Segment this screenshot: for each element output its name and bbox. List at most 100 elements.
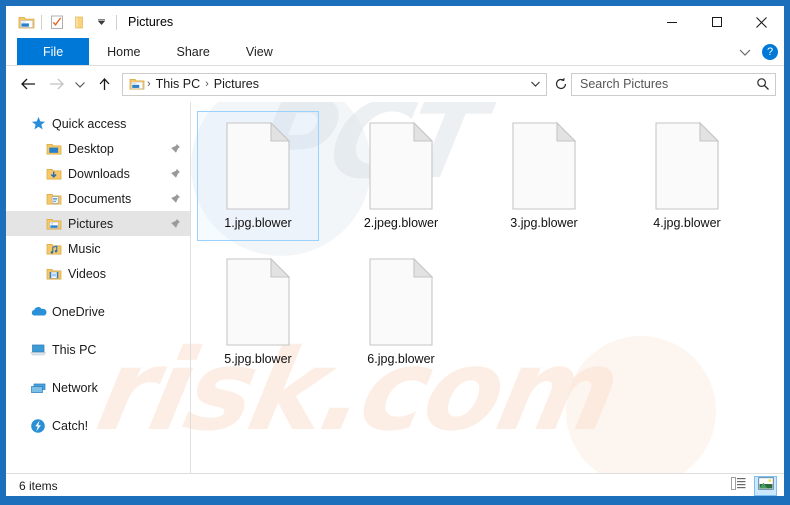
- sidebar-gap-1: [6, 286, 190, 299]
- file-label-2: 2.jpeg.blower: [363, 216, 439, 230]
- folder-music-icon: [44, 240, 64, 258]
- file-list-view[interactable]: 1.jpg.blower 2.jpeg.blower 3.jpg.blower …: [190, 102, 784, 473]
- back-button[interactable]: [14, 71, 42, 97]
- this-pc-icon: [28, 341, 48, 359]
- breadcrumb-item-this-pc[interactable]: This PC: [152, 77, 204, 91]
- pin-icon[interactable]: [168, 193, 182, 204]
- sidebar-label-downloads: Downloads: [68, 166, 130, 181]
- window-title: Pictures: [128, 15, 174, 29]
- file-label-3: 3.jpg.blower: [510, 216, 578, 230]
- view-buttons: [727, 476, 777, 496]
- network-icon: [28, 379, 48, 397]
- sidebar-label-desktop: Desktop: [68, 141, 114, 156]
- customize-chevron-icon[interactable]: [90, 11, 112, 33]
- sidebar-item-this-pc[interactable]: This PC: [6, 337, 190, 362]
- blank-document-icon: [221, 120, 295, 212]
- chevron-down-icon[interactable]: [736, 43, 754, 61]
- search-input[interactable]: Search Pictures: [580, 77, 756, 91]
- file-item-5[interactable]: 5.jpg.blower: [197, 247, 319, 377]
- new-folder-icon[interactable]: [68, 11, 90, 33]
- sidebar-label-this-pc: This PC: [52, 342, 97, 357]
- file-item-1[interactable]: 1.jpg.blower: [197, 111, 319, 241]
- sidebar-item-catch[interactable]: Catch!: [6, 413, 190, 438]
- breadcrumb-item-pictures[interactable]: Pictures: [210, 77, 263, 91]
- sidebar-label-music: Music: [68, 241, 101, 256]
- maximize-button[interactable]: [694, 6, 739, 38]
- folder-videos-icon: [44, 265, 64, 283]
- blank-document-icon: [364, 120, 438, 212]
- sidebar-item-videos[interactable]: Videos: [6, 261, 190, 286]
- blank-document-icon: [221, 256, 295, 348]
- minimize-button[interactable]: [649, 6, 694, 38]
- sidebar-item-onedrive[interactable]: OneDrive: [6, 299, 190, 324]
- file-label-6: 6.jpg.blower: [367, 352, 435, 366]
- sidebar-item-downloads[interactable]: Downloads: [6, 161, 190, 186]
- file-label-1: 1.jpg.blower: [224, 216, 292, 230]
- sidebar-label-network: Network: [52, 380, 98, 395]
- file-item-6[interactable]: 6.jpg.blower: [340, 247, 462, 377]
- window-frame: Pictures File Home Share View ? › This P…: [0, 0, 790, 505]
- forward-button[interactable]: [42, 71, 70, 97]
- title-bar: Pictures: [6, 6, 784, 38]
- sidebar-item-network[interactable]: Network: [6, 375, 190, 400]
- sidebar-gap-3: [6, 362, 190, 375]
- file-item-2[interactable]: 2.jpeg.blower: [340, 111, 462, 241]
- folder-downloads-icon: [44, 165, 64, 183]
- file-grid: 1.jpg.blower 2.jpeg.blower 3.jpg.blower …: [197, 108, 784, 380]
- ribbon-right-controls: ?: [736, 38, 778, 66]
- main-body: Quick access Desktop Downloads Documents…: [6, 102, 784, 473]
- address-bar: › This PC › Pictures Search Pictures: [6, 66, 784, 102]
- sidebar-group-quick-access[interactable]: Quick access: [6, 111, 190, 136]
- search-box[interactable]: Search Pictures: [571, 72, 776, 96]
- sidebar-gap-4: [6, 400, 190, 413]
- pin-icon[interactable]: [168, 218, 182, 229]
- sidebar-label-catch: Catch!: [52, 418, 89, 433]
- details-view-button[interactable]: [727, 476, 750, 496]
- quick-access-toolbar: Pictures: [6, 11, 173, 33]
- refresh-button[interactable]: [551, 71, 571, 97]
- navigation-pane: Quick access Desktop Downloads Documents…: [6, 102, 190, 473]
- toolbar-divider-2: [116, 14, 117, 30]
- pane-divider[interactable]: [190, 102, 191, 473]
- sidebar-label-onedrive: OneDrive: [52, 304, 105, 319]
- tab-share[interactable]: Share: [159, 38, 228, 65]
- sidebar-item-pictures[interactable]: Pictures: [6, 211, 190, 236]
- file-item-3[interactable]: 3.jpg.blower: [483, 111, 605, 241]
- address-dropdown-icon[interactable]: [526, 74, 544, 95]
- recent-locations-button[interactable]: [70, 71, 90, 97]
- explorer-window: Pictures File Home Share View ? › This P…: [5, 5, 785, 497]
- pin-icon[interactable]: [168, 143, 182, 154]
- file-item-4[interactable]: 4.jpg.blower: [626, 111, 748, 241]
- close-button[interactable]: [739, 6, 784, 38]
- blank-document-icon: [650, 120, 724, 212]
- ribbon-tabs: File Home Share View ?: [6, 38, 784, 66]
- help-button[interactable]: ?: [762, 44, 778, 60]
- sidebar-item-music[interactable]: Music: [6, 236, 190, 261]
- tab-file[interactable]: File: [17, 38, 90, 65]
- toolbar-divider: [41, 14, 42, 30]
- sidebar-label-videos: Videos: [68, 266, 106, 281]
- sidebar-item-documents[interactable]: Documents: [6, 186, 190, 211]
- onedrive-cloud-icon: [28, 303, 48, 321]
- folder-pictures-icon: [44, 215, 64, 233]
- window-controls: [649, 6, 784, 38]
- breadcrumb[interactable]: › This PC › Pictures: [122, 72, 547, 96]
- blank-document-icon: [507, 120, 581, 212]
- properties-icon[interactable]: [46, 11, 68, 33]
- folder-desktop-icon: [44, 140, 64, 158]
- tab-view[interactable]: View: [228, 38, 291, 65]
- sidebar-label-pictures: Pictures: [68, 216, 114, 231]
- tab-home[interactable]: Home: [89, 38, 158, 65]
- up-button[interactable]: [90, 71, 118, 97]
- status-bar: 6 items: [6, 473, 784, 496]
- sidebar-gap-2: [6, 324, 190, 337]
- breadcrumb-folder-icon: [128, 77, 146, 91]
- search-icon[interactable]: [756, 77, 770, 91]
- sidebar-label-documents: Documents: [68, 191, 132, 206]
- pin-icon[interactable]: [168, 168, 182, 179]
- sidebar-group-label-quick-access: Quick access: [52, 116, 127, 131]
- sidebar-item-desktop[interactable]: Desktop: [6, 136, 190, 161]
- explorer-icon[interactable]: [15, 11, 37, 33]
- folder-documents-icon: [44, 190, 64, 208]
- large-icons-view-button[interactable]: [754, 476, 777, 496]
